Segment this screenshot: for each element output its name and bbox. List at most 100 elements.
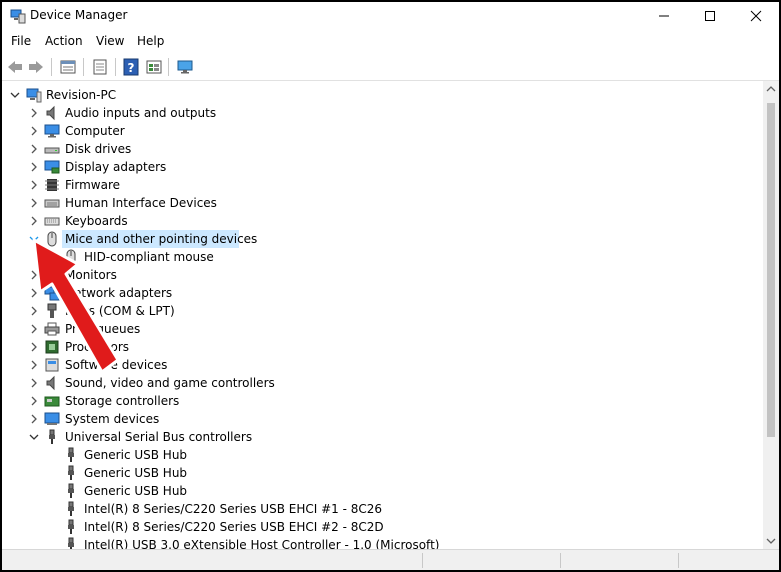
tree-item-disk-drives[interactable]: Disk drives <box>2 140 763 158</box>
forward-icon[interactable] <box>27 58 45 76</box>
system-device-icon <box>44 412 60 425</box>
chevron-right-icon[interactable] <box>28 105 40 121</box>
help-icon[interactable]: ? <box>122 58 140 76</box>
chevron-right-icon[interactable] <box>28 303 40 319</box>
port-icon <box>47 303 57 318</box>
menu-action[interactable]: Action <box>45 34 83 48</box>
tree-item-usb-device[interactable]: Intel(R) 8 Series/C220 Series USB EHCI #… <box>2 500 763 518</box>
chevron-right-icon[interactable] <box>28 285 40 301</box>
back-icon[interactable] <box>6 58 24 76</box>
tree-item-keyboards[interactable]: Keyboards <box>2 212 763 230</box>
tree-item-storage-controllers[interactable]: Storage controllers <box>2 392 763 410</box>
tree-item-label: Intel(R) 8 Series/C220 Series USB EHCI #… <box>84 502 383 516</box>
tree-item-software-devices[interactable]: Software devices <box>2 356 763 374</box>
maximize-icon <box>705 11 715 21</box>
tree-item-label: Mice and other pointing devices <box>65 232 258 246</box>
speaker-icon <box>46 375 55 391</box>
tree-item-hid-compliant-mouse[interactable]: HID-compliant mouse <box>2 248 763 266</box>
status-separator <box>560 553 561 568</box>
properties-icon[interactable] <box>59 58 77 76</box>
tree-item-usb-device[interactable]: Intel(R) USB 3.0 eXtensible Host Control… <box>2 536 763 549</box>
tree-item-hid[interactable]: Human Interface Devices <box>2 194 763 212</box>
network-icon <box>44 286 60 301</box>
tree-item-label: Universal Serial Bus controllers <box>65 430 253 444</box>
chevron-right-icon[interactable] <box>28 339 40 355</box>
chevron-right-icon[interactable] <box>28 393 40 409</box>
usb-icon <box>49 429 55 444</box>
usb-icon <box>68 501 74 516</box>
chevron-down-icon[interactable] <box>9 87 21 103</box>
scroll-down-icon[interactable] <box>766 537 776 545</box>
chevron-down-icon[interactable] <box>28 231 40 247</box>
disk-drive-icon <box>44 147 60 154</box>
tree-root-label: Revision-PC <box>46 88 117 102</box>
usb-icon <box>68 537 74 549</box>
vertical-scrollbar[interactable] <box>763 81 779 549</box>
tree-item-usb-device[interactable]: Generic USB Hub <box>2 482 763 500</box>
tree-item-sound-video[interactable]: Sound, video and game controllers <box>2 374 763 392</box>
chevron-right-icon[interactable] <box>28 177 40 193</box>
tree-item-monitors[interactable]: Monitors <box>2 266 763 284</box>
tree-item-usb-device[interactable]: Intel(R) 8 Series/C220 Series USB EHCI #… <box>2 518 763 536</box>
close-icon <box>750 10 762 22</box>
chevron-right-icon[interactable] <box>28 267 40 283</box>
chevron-right-icon[interactable] <box>28 213 40 229</box>
storage-controller-icon <box>44 396 60 407</box>
title-bar: Device Manager <box>2 2 779 30</box>
tree-item-label: Keyboards <box>65 214 128 228</box>
close-button[interactable] <box>733 2 779 30</box>
scrollbar-thumb[interactable] <box>767 103 775 437</box>
tree-item-label: HID-compliant mouse <box>84 250 214 264</box>
scroll-up-icon[interactable] <box>766 85 776 93</box>
menu-view[interactable]: View <box>96 34 124 48</box>
tree-root[interactable]: Revision-PC <box>2 86 763 104</box>
tree-item-usb-controllers[interactable]: Universal Serial Bus controllers <box>2 428 763 446</box>
chevron-right-icon[interactable] <box>28 195 40 211</box>
tree-item-network-adapters[interactable]: Network adapters <box>2 284 763 302</box>
speaker-icon <box>46 105 55 121</box>
keyboard-hid-icon <box>44 199 60 208</box>
menu-file[interactable]: File <box>11 34 31 48</box>
tree-item-ports[interactable]: Ports (COM & LPT) <box>2 302 763 320</box>
tree-item-label: Intel(R) 8 Series/C220 Series USB EHCI #… <box>84 520 384 534</box>
tree-item-audio[interactable]: Audio inputs and outputs <box>2 104 763 122</box>
update-driver-icon[interactable] <box>91 58 109 76</box>
chevron-right-icon[interactable] <box>28 159 40 175</box>
tree-item-print-queues[interactable]: Print queues <box>2 320 763 338</box>
tree-item-label: Firmware <box>65 178 120 192</box>
chevron-right-icon[interactable] <box>28 357 40 373</box>
monitor-icon[interactable] <box>176 58 194 76</box>
maximize-button[interactable] <box>687 2 733 30</box>
chevron-right-icon[interactable] <box>28 411 40 427</box>
tree-item-firmware[interactable]: Firmware <box>2 176 763 194</box>
tree-item-label: Software devices <box>65 358 168 372</box>
menu-help[interactable]: Help <box>137 34 164 48</box>
tree-item-computer[interactable]: Computer <box>2 122 763 140</box>
tree-item-label: Sound, video and game controllers <box>65 376 275 390</box>
chevron-right-icon[interactable] <box>28 375 40 391</box>
software-device-icon <box>45 358 59 372</box>
tree-item-usb-device[interactable]: Generic USB Hub <box>2 464 763 482</box>
chevron-right-icon[interactable] <box>28 123 40 139</box>
toolbar-separator <box>83 58 84 76</box>
tree-item-usb-device[interactable]: Generic USB Hub <box>2 446 763 464</box>
toolbar: ? <box>2 54 779 81</box>
tree-item-label: Print queues <box>65 322 141 336</box>
chevron-down-icon[interactable] <box>28 429 40 445</box>
view-icon[interactable] <box>145 58 163 76</box>
computer-icon <box>26 88 42 103</box>
tree-item-mice[interactable]: Mice and other pointing devices <box>2 230 763 248</box>
tree-item-display-adapters[interactable]: Display adapters <box>2 158 763 176</box>
minimize-button[interactable] <box>641 2 687 30</box>
device-manager-window: Device Manager File Action View Help ? R… <box>2 2 779 570</box>
tree-item-system-devices[interactable]: System devices <box>2 410 763 428</box>
tree-item-label: Storage controllers <box>65 394 180 408</box>
chevron-right-icon[interactable] <box>28 321 40 337</box>
chevron-right-icon[interactable] <box>28 141 40 157</box>
tree-item-label: Human Interface Devices <box>65 196 217 210</box>
tree-item-processors[interactable]: Processors <box>2 338 763 356</box>
tree-item-label: Generic USB Hub <box>84 484 188 498</box>
device-manager-icon <box>10 9 26 24</box>
chip-icon <box>45 179 59 191</box>
tree-item-label: Processors <box>65 340 130 354</box>
